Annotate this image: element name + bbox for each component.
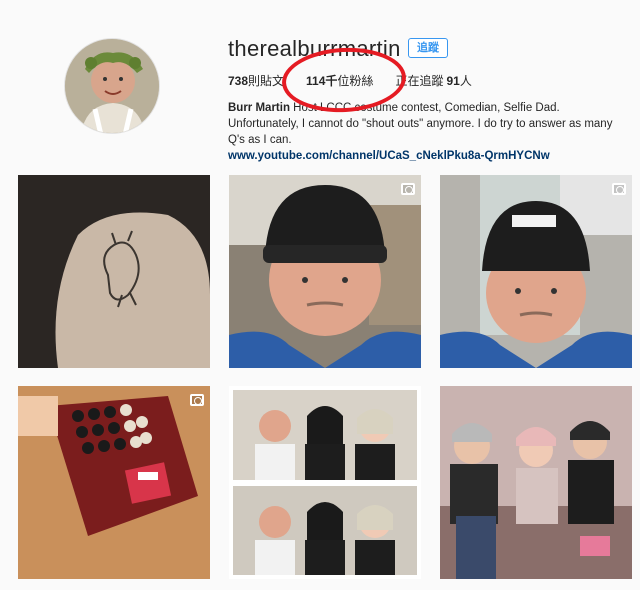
post-tile-candy-box[interactable] — [18, 386, 210, 579]
posts-stat: 738則貼文 — [228, 72, 284, 89]
bio-link[interactable]: www.youtube.com/channel/UCaS_cNeklPku8a-… — [228, 148, 628, 164]
followers-count: 114千 — [306, 74, 338, 88]
profile-stats: 738則貼文 114千位粉絲 正在追蹤 91人 — [228, 72, 472, 89]
post-tile-selfie-beanie[interactable] — [229, 175, 421, 368]
followers-stat[interactable]: 114千位粉絲 — [306, 72, 373, 89]
post-tile-selfie-station[interactable] — [440, 175, 632, 368]
profile-bio: Burr Martin Host LCCC costume contest, C… — [228, 100, 628, 164]
post-tile-couch-friends[interactable] — [440, 386, 632, 579]
following-stat[interactable]: 正在追蹤 91人 — [395, 72, 471, 89]
following-count: 91 — [446, 74, 460, 88]
follow-button[interactable]: 追蹤 — [408, 38, 448, 58]
profile-username: therealburrmartin — [228, 36, 401, 61]
following-label: 正在追蹤 — [395, 74, 444, 88]
video-camera-icon — [612, 183, 626, 195]
posts-count: 738 — [228, 74, 249, 88]
bio-name: Burr Martin — [228, 102, 290, 114]
video-camera-icon — [401, 183, 415, 195]
following-unit: 人 — [459, 74, 472, 88]
followers-label: 位粉絲 — [337, 74, 374, 88]
video-camera-icon — [190, 394, 204, 406]
profile-avatar[interactable] — [64, 38, 160, 134]
posts-label: 則貼文 — [248, 74, 285, 88]
profile-header: therealburrmartin 追蹤 738則貼文 114千位粉絲 正在追蹤… — [0, 0, 640, 162]
post-tile-tattoo[interactable] — [18, 175, 210, 368]
post-tile-group-collage[interactable] — [229, 386, 421, 579]
